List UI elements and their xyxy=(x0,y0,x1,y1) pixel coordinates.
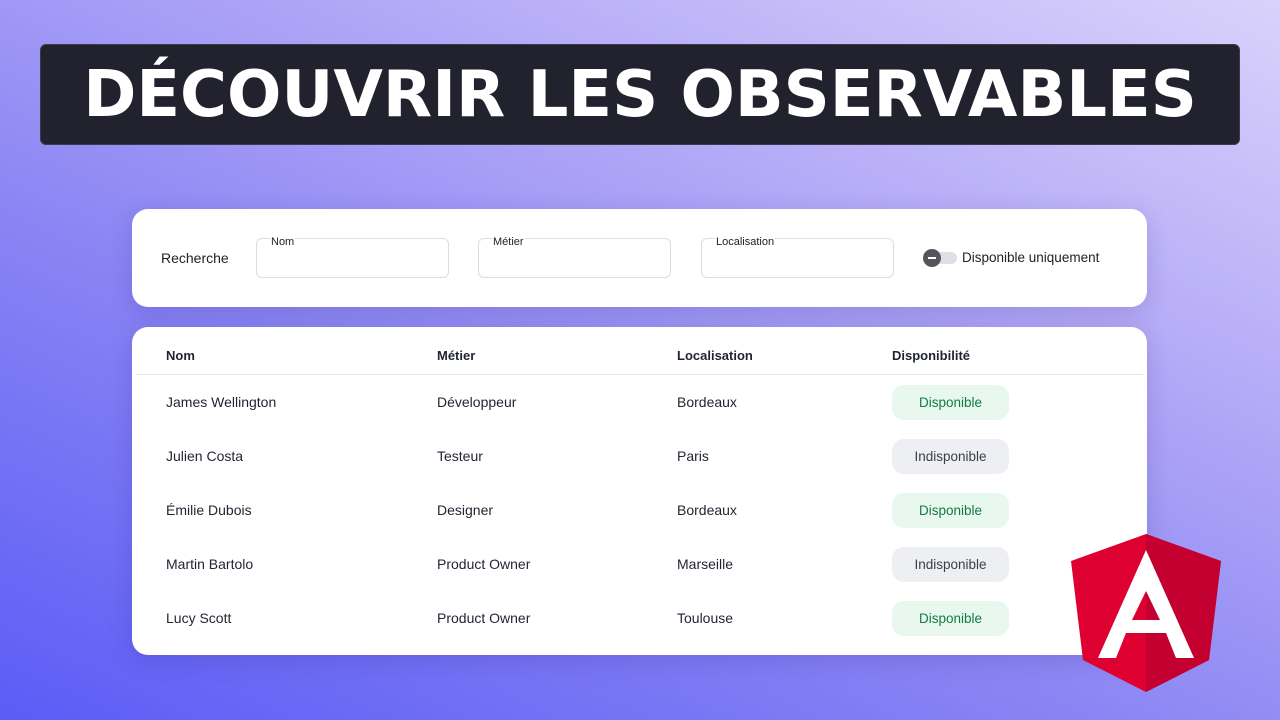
cell-nom: Martin Bartolo xyxy=(166,556,254,572)
table-row[interactable]: Julien Costa Testeur Paris Indisponible xyxy=(132,429,1147,483)
location-input[interactable] xyxy=(714,253,879,273)
table-row[interactable]: James Wellington Développeur Bordeaux Di… xyxy=(132,375,1147,429)
status-badge: Disponible xyxy=(892,601,1009,636)
cell-localisation: Paris xyxy=(677,448,709,464)
cell-nom: Lucy Scott xyxy=(166,610,232,626)
table-row[interactable]: Lucy Scott Product Owner Toulouse Dispon… xyxy=(132,591,1147,645)
job-input[interactable] xyxy=(491,253,656,273)
minus-icon xyxy=(928,257,936,259)
toggle-knob xyxy=(923,249,941,267)
column-header-disponibilite[interactable]: Disponibilité xyxy=(892,348,970,363)
column-header-nom[interactable]: Nom xyxy=(166,348,195,363)
search-label: Recherche xyxy=(161,250,229,266)
title-banner: DÉCOUVRIR LES OBSERVABLES xyxy=(40,44,1240,145)
results-table: Nom Métier Localisation Disponibilité Ja… xyxy=(132,327,1147,655)
cell-metier: Product Owner xyxy=(437,610,531,626)
cell-metier: Développeur xyxy=(437,394,517,410)
name-input[interactable] xyxy=(269,253,434,273)
page-title: DÉCOUVRIR LES OBSERVABLES xyxy=(83,57,1197,132)
column-header-metier[interactable]: Métier xyxy=(437,348,475,363)
cell-nom: Émilie Dubois xyxy=(166,502,252,518)
cell-nom: Julien Costa xyxy=(166,448,244,464)
cell-nom: James Wellington xyxy=(166,394,277,410)
cell-localisation: Bordeaux xyxy=(677,394,737,410)
table-row[interactable]: Martin Bartolo Product Owner Marseille I… xyxy=(132,537,1147,591)
cell-metier: Testeur xyxy=(437,448,483,464)
column-header-localisation[interactable]: Localisation xyxy=(677,348,753,363)
name-field[interactable]: Nom xyxy=(256,236,449,278)
table-header: Nom Métier Localisation Disponibilité xyxy=(136,327,1143,375)
location-field-label: Localisation xyxy=(715,236,776,248)
toggle-label[interactable]: Disponible uniquement xyxy=(962,250,1099,265)
available-only-toggle[interactable] xyxy=(923,249,959,267)
table-row[interactable]: Émilie Dubois Designer Bordeaux Disponib… xyxy=(132,483,1147,537)
cell-metier: Product Owner xyxy=(437,556,531,572)
status-badge: Disponible xyxy=(892,385,1009,420)
angular-logo-icon xyxy=(1071,534,1221,692)
status-badge: Indisponible xyxy=(892,547,1009,582)
job-field-label: Métier xyxy=(492,236,525,248)
search-panel: Recherche Nom Métier Localisation Dispon… xyxy=(132,209,1147,307)
cell-localisation: Toulouse xyxy=(677,610,734,626)
status-badge: Indisponible xyxy=(892,439,1009,474)
job-field[interactable]: Métier xyxy=(478,236,671,278)
cell-localisation: Marseille xyxy=(677,556,734,572)
cell-localisation: Bordeaux xyxy=(677,502,737,518)
cell-metier: Designer xyxy=(437,502,494,518)
location-field[interactable]: Localisation xyxy=(701,236,894,278)
name-field-label: Nom xyxy=(270,236,296,248)
status-badge: Disponible xyxy=(892,493,1009,528)
